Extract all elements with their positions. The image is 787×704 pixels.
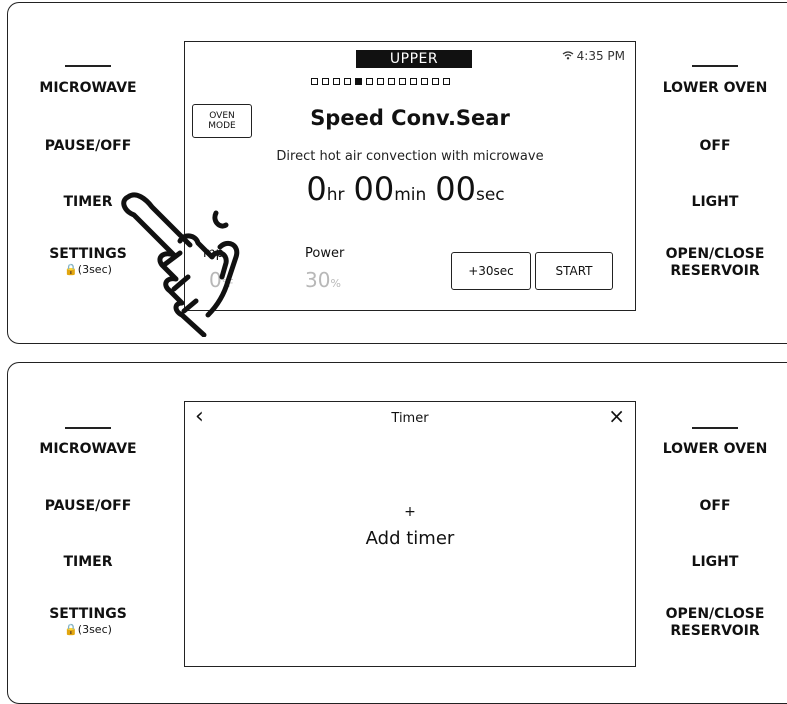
open-close-reservoir-button[interactable]: OPEN/CLOSE RESERVOIR <box>666 246 765 280</box>
pause-off-button[interactable]: PAUSE/OFF <box>45 498 132 515</box>
light-button[interactable]: LIGHT <box>692 194 739 211</box>
pointing-hand-icon <box>121 192 240 337</box>
clock: 4:35 PM <box>576 49 625 63</box>
microwave-button[interactable]: MICROWAVE <box>39 80 136 97</box>
control-panel-top: MICROWAVE PAUSE/OFF TIMER SETTINGS 🔒(3se… <box>7 2 787 344</box>
page-dot <box>432 78 439 85</box>
reservoir-label-2: RESERVOIR <box>670 263 760 279</box>
cook-time-display[interactable]: 0hr 00min 00sec <box>185 170 635 208</box>
page-dot <box>377 78 384 85</box>
page-dot <box>399 78 406 85</box>
lower-oven-button[interactable]: LOWER OVEN <box>663 441 768 458</box>
off-button[interactable]: OFF <box>699 138 730 155</box>
close-icon[interactable]: × <box>608 404 625 428</box>
timer-button[interactable]: TIMER <box>63 554 112 571</box>
reservoir-label-1: OPEN/CLOSE <box>665 246 765 262</box>
page-dot <box>388 78 395 85</box>
page-dot <box>333 78 340 85</box>
settings-button[interactable]: SETTINGS 🔒(3sec) <box>49 606 127 637</box>
lower-oven-indicator <box>692 427 738 429</box>
power-unit: % <box>330 277 341 290</box>
seconds-value: 00 <box>435 170 476 208</box>
power-value: 30 <box>305 268 331 292</box>
lower-oven-indicator <box>692 65 738 67</box>
settings-lock-hint: 🔒(3sec) <box>64 623 112 636</box>
add-timer-plus-icon[interactable]: + <box>185 504 635 520</box>
mode-name: Speed Conv.Sear <box>310 106 510 130</box>
minutes-unit: min <box>394 185 427 205</box>
upper-oven-tab[interactable]: UPPER <box>356 50 472 68</box>
display-screen-bottom: ‹ Timer × + Add timer <box>184 401 636 667</box>
page-dot <box>366 78 373 85</box>
display-screen-top: UPPER 4:35 PM OVEN MODE Speed Conv.Sear D… <box>184 41 636 311</box>
lower-oven-button[interactable]: LOWER OVEN <box>663 80 768 97</box>
hours-unit: hr <box>326 185 345 205</box>
screen-title: Timer <box>391 411 429 426</box>
power-label: Power <box>305 246 345 261</box>
minutes-value: 00 <box>353 170 395 208</box>
page-dot <box>344 78 351 85</box>
open-close-reservoir-button[interactable]: OPEN/CLOSE RESERVOIR <box>666 606 765 640</box>
start-button[interactable]: START <box>535 252 613 290</box>
add-30-seconds-button[interactable]: +30sec <box>451 252 531 290</box>
microwave-button[interactable]: MICROWAVE <box>39 441 136 458</box>
power-setting[interactable]: 30% <box>305 268 341 292</box>
pause-off-button[interactable]: PAUSE/OFF <box>45 138 132 155</box>
page-dot <box>311 78 318 85</box>
off-button[interactable]: OFF <box>699 498 730 515</box>
wifi-icon <box>562 50 574 63</box>
page-dot <box>421 78 428 85</box>
mode-description: Direct hot air convection with microwave <box>276 149 544 164</box>
page-dot <box>322 78 329 85</box>
page-dot <box>355 78 362 85</box>
page-dot <box>443 78 450 85</box>
light-button[interactable]: LIGHT <box>692 554 739 571</box>
settings-label: SETTINGS <box>49 606 127 622</box>
microwave-indicator <box>65 65 111 67</box>
reservoir-label-2: RESERVOIR <box>670 623 760 639</box>
status-bar: 4:35 PM <box>562 49 625 63</box>
reservoir-label-1: OPEN/CLOSE <box>665 606 765 622</box>
seconds-unit: sec <box>475 185 505 205</box>
timer-button[interactable]: TIMER <box>63 194 112 211</box>
page-dot <box>410 78 417 85</box>
microwave-indicator <box>65 427 111 429</box>
page-indicator <box>311 78 450 85</box>
control-panel-bottom: MICROWAVE PAUSE/OFF TIMER SETTINGS 🔒(3se… <box>7 362 787 704</box>
add-timer-button[interactable]: Add timer <box>185 528 635 549</box>
hours-value: 0 <box>306 170 327 208</box>
